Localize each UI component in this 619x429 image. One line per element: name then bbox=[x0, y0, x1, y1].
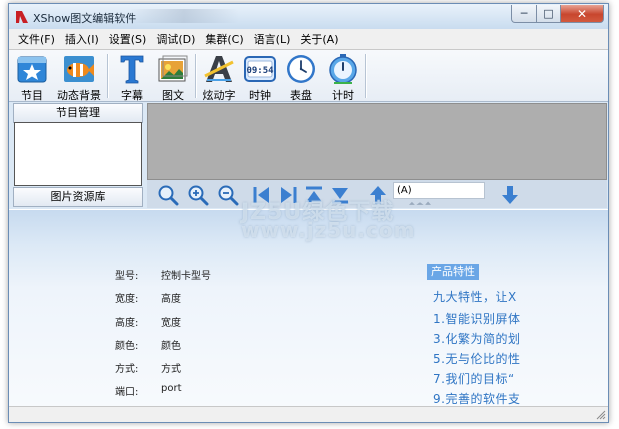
text-style-field[interactable]: (A) bbox=[393, 182, 485, 199]
toolbar-separator bbox=[365, 54, 367, 98]
width-label: 宽度: bbox=[115, 294, 139, 305]
toolbar-separator bbox=[107, 54, 109, 98]
height-label: 高度: bbox=[115, 318, 139, 329]
picture-text-label: 图文 bbox=[162, 89, 184, 102]
dazzle-text-icon bbox=[204, 56, 234, 82]
menu-language[interactable]: 语言(L) bbox=[249, 31, 296, 47]
zoom-out-icon[interactable] bbox=[217, 184, 239, 206]
feature-line: 九大特性，让X bbox=[433, 290, 517, 304]
main-toolbar: 节目 动态背景 字幕 图文 炫动字 09:54 时钟 表盘 计时 bbox=[9, 50, 608, 102]
close-button[interactable]: ✕ bbox=[561, 5, 604, 23]
toolbar-separator bbox=[195, 54, 197, 98]
mode-label: 方式: bbox=[115, 364, 139, 375]
timer-icon bbox=[329, 54, 357, 84]
zoom-in-icon[interactable] bbox=[187, 184, 209, 206]
menu-cluster[interactable]: 集群(C) bbox=[200, 31, 248, 47]
zoom-icon[interactable] bbox=[157, 184, 179, 206]
clock-display: 09:54 bbox=[246, 66, 274, 76]
mode-value: 方式 bbox=[161, 364, 181, 375]
model-value: 控制卡型号 bbox=[161, 271, 211, 282]
program-management-header[interactable]: 节目管理 bbox=[13, 103, 143, 123]
dynamic-background-button[interactable]: 动态背景 bbox=[53, 51, 105, 102]
maximize-button[interactable]: □ bbox=[537, 5, 561, 23]
effect-preview-icon bbox=[409, 201, 431, 205]
menu-file[interactable]: 文件(F) bbox=[13, 31, 60, 47]
feature-line: 3.化繁为简的划 bbox=[433, 332, 521, 346]
window-title: XShow图文编辑软件 bbox=[33, 12, 137, 25]
feature-line: 5.无与伦比的性 bbox=[433, 352, 521, 366]
port-value: port bbox=[161, 383, 182, 394]
analog-clock-button[interactable]: 表盘 bbox=[280, 51, 322, 102]
watermark-url: www.jz5u.com bbox=[241, 218, 416, 242]
title-bar: XShow图文编辑软件 ─ □ ✕ bbox=[9, 4, 608, 29]
preview-canvas[interactable] bbox=[147, 103, 607, 180]
dazzle-text-button[interactable]: 炫动字 bbox=[198, 51, 240, 102]
product-features-tag: 产品特性 bbox=[427, 264, 479, 280]
menu-debug[interactable]: 调试(D) bbox=[151, 31, 200, 47]
app-logo-icon bbox=[16, 11, 28, 23]
color-label: 颜色: bbox=[115, 341, 139, 352]
timer-button[interactable]: 计时 bbox=[322, 51, 364, 102]
resize-grip-icon[interactable] bbox=[596, 410, 606, 420]
timer-label: 计时 bbox=[332, 89, 354, 102]
status-bar bbox=[9, 406, 608, 422]
arrow-down-icon[interactable] bbox=[499, 184, 521, 206]
width-value: 高度 bbox=[161, 294, 181, 305]
picture-text-button[interactable]: 图文 bbox=[152, 51, 194, 102]
menu-insert[interactable]: 插入(I) bbox=[60, 31, 104, 47]
feature-line: 1.智能识别屏体 bbox=[433, 312, 521, 326]
program-list[interactable] bbox=[14, 122, 142, 186]
feature-line: 9.完善的软件支 bbox=[433, 392, 521, 406]
menu-about[interactable]: 关于(A) bbox=[295, 31, 343, 47]
digital-clock-icon: 09:54 bbox=[244, 56, 276, 82]
text-t-icon bbox=[120, 55, 144, 84]
digital-clock-label: 时钟 bbox=[249, 89, 271, 102]
analog-clock-label: 表盘 bbox=[290, 89, 312, 102]
subtitle-button[interactable]: 字幕 bbox=[111, 51, 153, 102]
height-value: 宽度 bbox=[161, 318, 181, 329]
app-window: XShow图文编辑软件 ─ □ ✕ 文件(F) 插入(I) 设置(S) 调试(D… bbox=[8, 3, 609, 423]
program-label: 节目 bbox=[21, 89, 43, 102]
menu-bar: 文件(F) 插入(I) 设置(S) 调试(D) 集群(C) 语言(L) 关于(A… bbox=[9, 29, 608, 50]
program-star-icon bbox=[17, 56, 47, 83]
analog-clock-icon bbox=[287, 55, 315, 83]
digital-clock-button[interactable]: 09:54 时钟 bbox=[239, 51, 281, 102]
color-value: 颜色 bbox=[161, 341, 181, 352]
model-label: 型号: bbox=[115, 271, 139, 282]
subtitle-label: 字幕 bbox=[121, 89, 143, 102]
minimize-button[interactable]: ─ bbox=[511, 5, 537, 23]
image-resource-header[interactable]: 图片资源库 bbox=[13, 187, 143, 207]
port-label: 端口: bbox=[115, 387, 139, 398]
dazzle-text-label: 炫动字 bbox=[202, 89, 236, 102]
program-button[interactable]: 节目 bbox=[11, 51, 53, 102]
title-blur bbox=[129, 9, 239, 23]
clownfish-background-icon bbox=[64, 56, 94, 82]
dynamic-background-label: 动态背景 bbox=[57, 89, 101, 102]
menu-settings[interactable]: 设置(S) bbox=[104, 31, 152, 47]
feature-line: 7.我们的目标“ bbox=[433, 372, 515, 386]
window-controls: ─ □ ✕ bbox=[511, 5, 604, 24]
left-panel: 节目管理 图片资源库 bbox=[13, 103, 143, 207]
picture-text-icon bbox=[158, 55, 188, 82]
